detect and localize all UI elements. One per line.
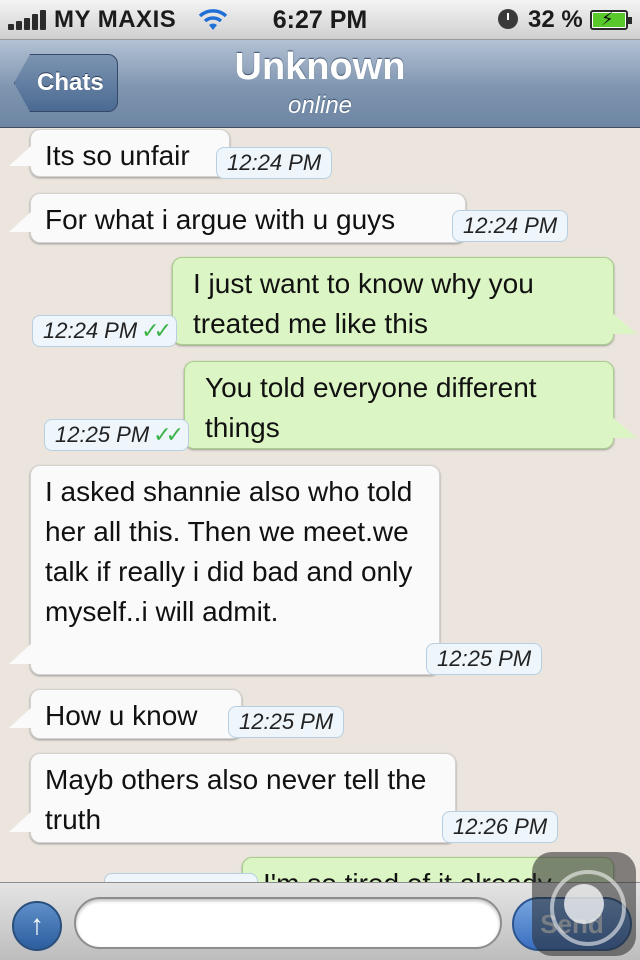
message-text: I just want to know why you treated me l… (193, 268, 534, 339)
battery-charging-icon: ⚡ (590, 9, 632, 30)
message-timestamp: 12:24 PM (452, 210, 569, 242)
alarm-clock-icon (498, 9, 518, 29)
attach-media-button[interactable]: ↑ (12, 901, 62, 951)
incoming-message[interactable]: I asked shannie also who told her all th… (30, 465, 440, 675)
battery-percent: 32 % (528, 6, 583, 33)
outgoing-message[interactable]: You told everyone different things (184, 361, 614, 449)
contact-status: online (287, 92, 353, 119)
message-input[interactable] (74, 897, 502, 949)
message-timestamp: 12:25 PM (426, 643, 543, 675)
message-timestamp: 12:24 PM (216, 147, 333, 179)
message-timestamp: 12:26 PM (442, 811, 559, 843)
message-timestamp (104, 873, 258, 882)
incoming-message[interactable]: Its so unfair (30, 129, 230, 177)
message-text: You told everyone different things (205, 372, 537, 443)
message-text: For what i argue with u guys (45, 204, 396, 235)
message-text: Its so unfair (45, 140, 190, 171)
message-text: I'm so tired of it already (263, 868, 552, 882)
read-receipt-icon: ✓✓ (141, 318, 172, 343)
message-timestamp: 12:24 PM ✓✓ (32, 315, 178, 347)
message-text: I asked shannie also who told her all th… (45, 476, 413, 627)
message-timestamp: 12:25 PM ✓✓ (44, 419, 190, 451)
read-receipt-icon: ✓✓ (153, 422, 184, 447)
upload-arrow-icon: ↑ (30, 909, 44, 940)
incoming-message[interactable]: How u know (30, 689, 242, 739)
message-text: How u know (45, 700, 198, 731)
navigation-bar: Chats Unknown online (0, 40, 640, 128)
message-text: Mayb others also never tell the truth (45, 764, 427, 835)
incoming-message[interactable]: Mayb others also never tell the truth (30, 753, 456, 843)
outgoing-message[interactable]: I just want to know why you treated me l… (172, 257, 614, 345)
contact-name: Unknown (234, 46, 406, 88)
assistive-touch-button[interactable] (532, 852, 636, 956)
message-timestamp: 12:25 PM (228, 706, 345, 738)
status-bar: MY MAXIS 6:27 PM 32 % ⚡ (0, 0, 640, 40)
incoming-message[interactable]: For what i argue with u guys (30, 193, 466, 243)
chat-message-list[interactable]: Its so unfair 12:24 PM For what i argue … (0, 129, 640, 882)
